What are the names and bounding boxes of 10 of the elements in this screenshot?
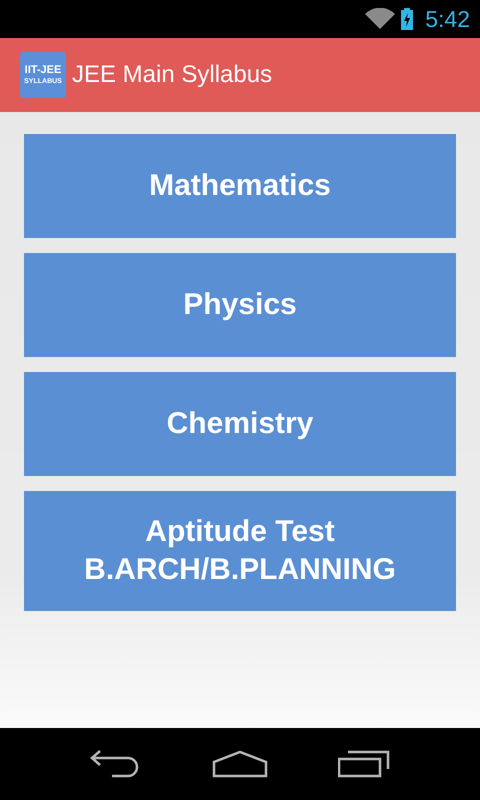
subject-button[interactable]: Physics (24, 253, 456, 357)
home-icon[interactable] (212, 750, 268, 778)
battery-icon (401, 8, 414, 30)
subject-button[interactable]: Aptitude Test B.ARCH/B.PLANNING (24, 491, 456, 611)
app-title: JEE Main Syllabus (72, 61, 272, 89)
wifi-icon (365, 8, 396, 30)
recent-apps-icon[interactable] (338, 750, 390, 778)
status-time: 5:42 (425, 6, 470, 32)
subject-button[interactable]: Mathematics (24, 134, 456, 238)
subject-button[interactable]: Chemistry (24, 372, 456, 476)
